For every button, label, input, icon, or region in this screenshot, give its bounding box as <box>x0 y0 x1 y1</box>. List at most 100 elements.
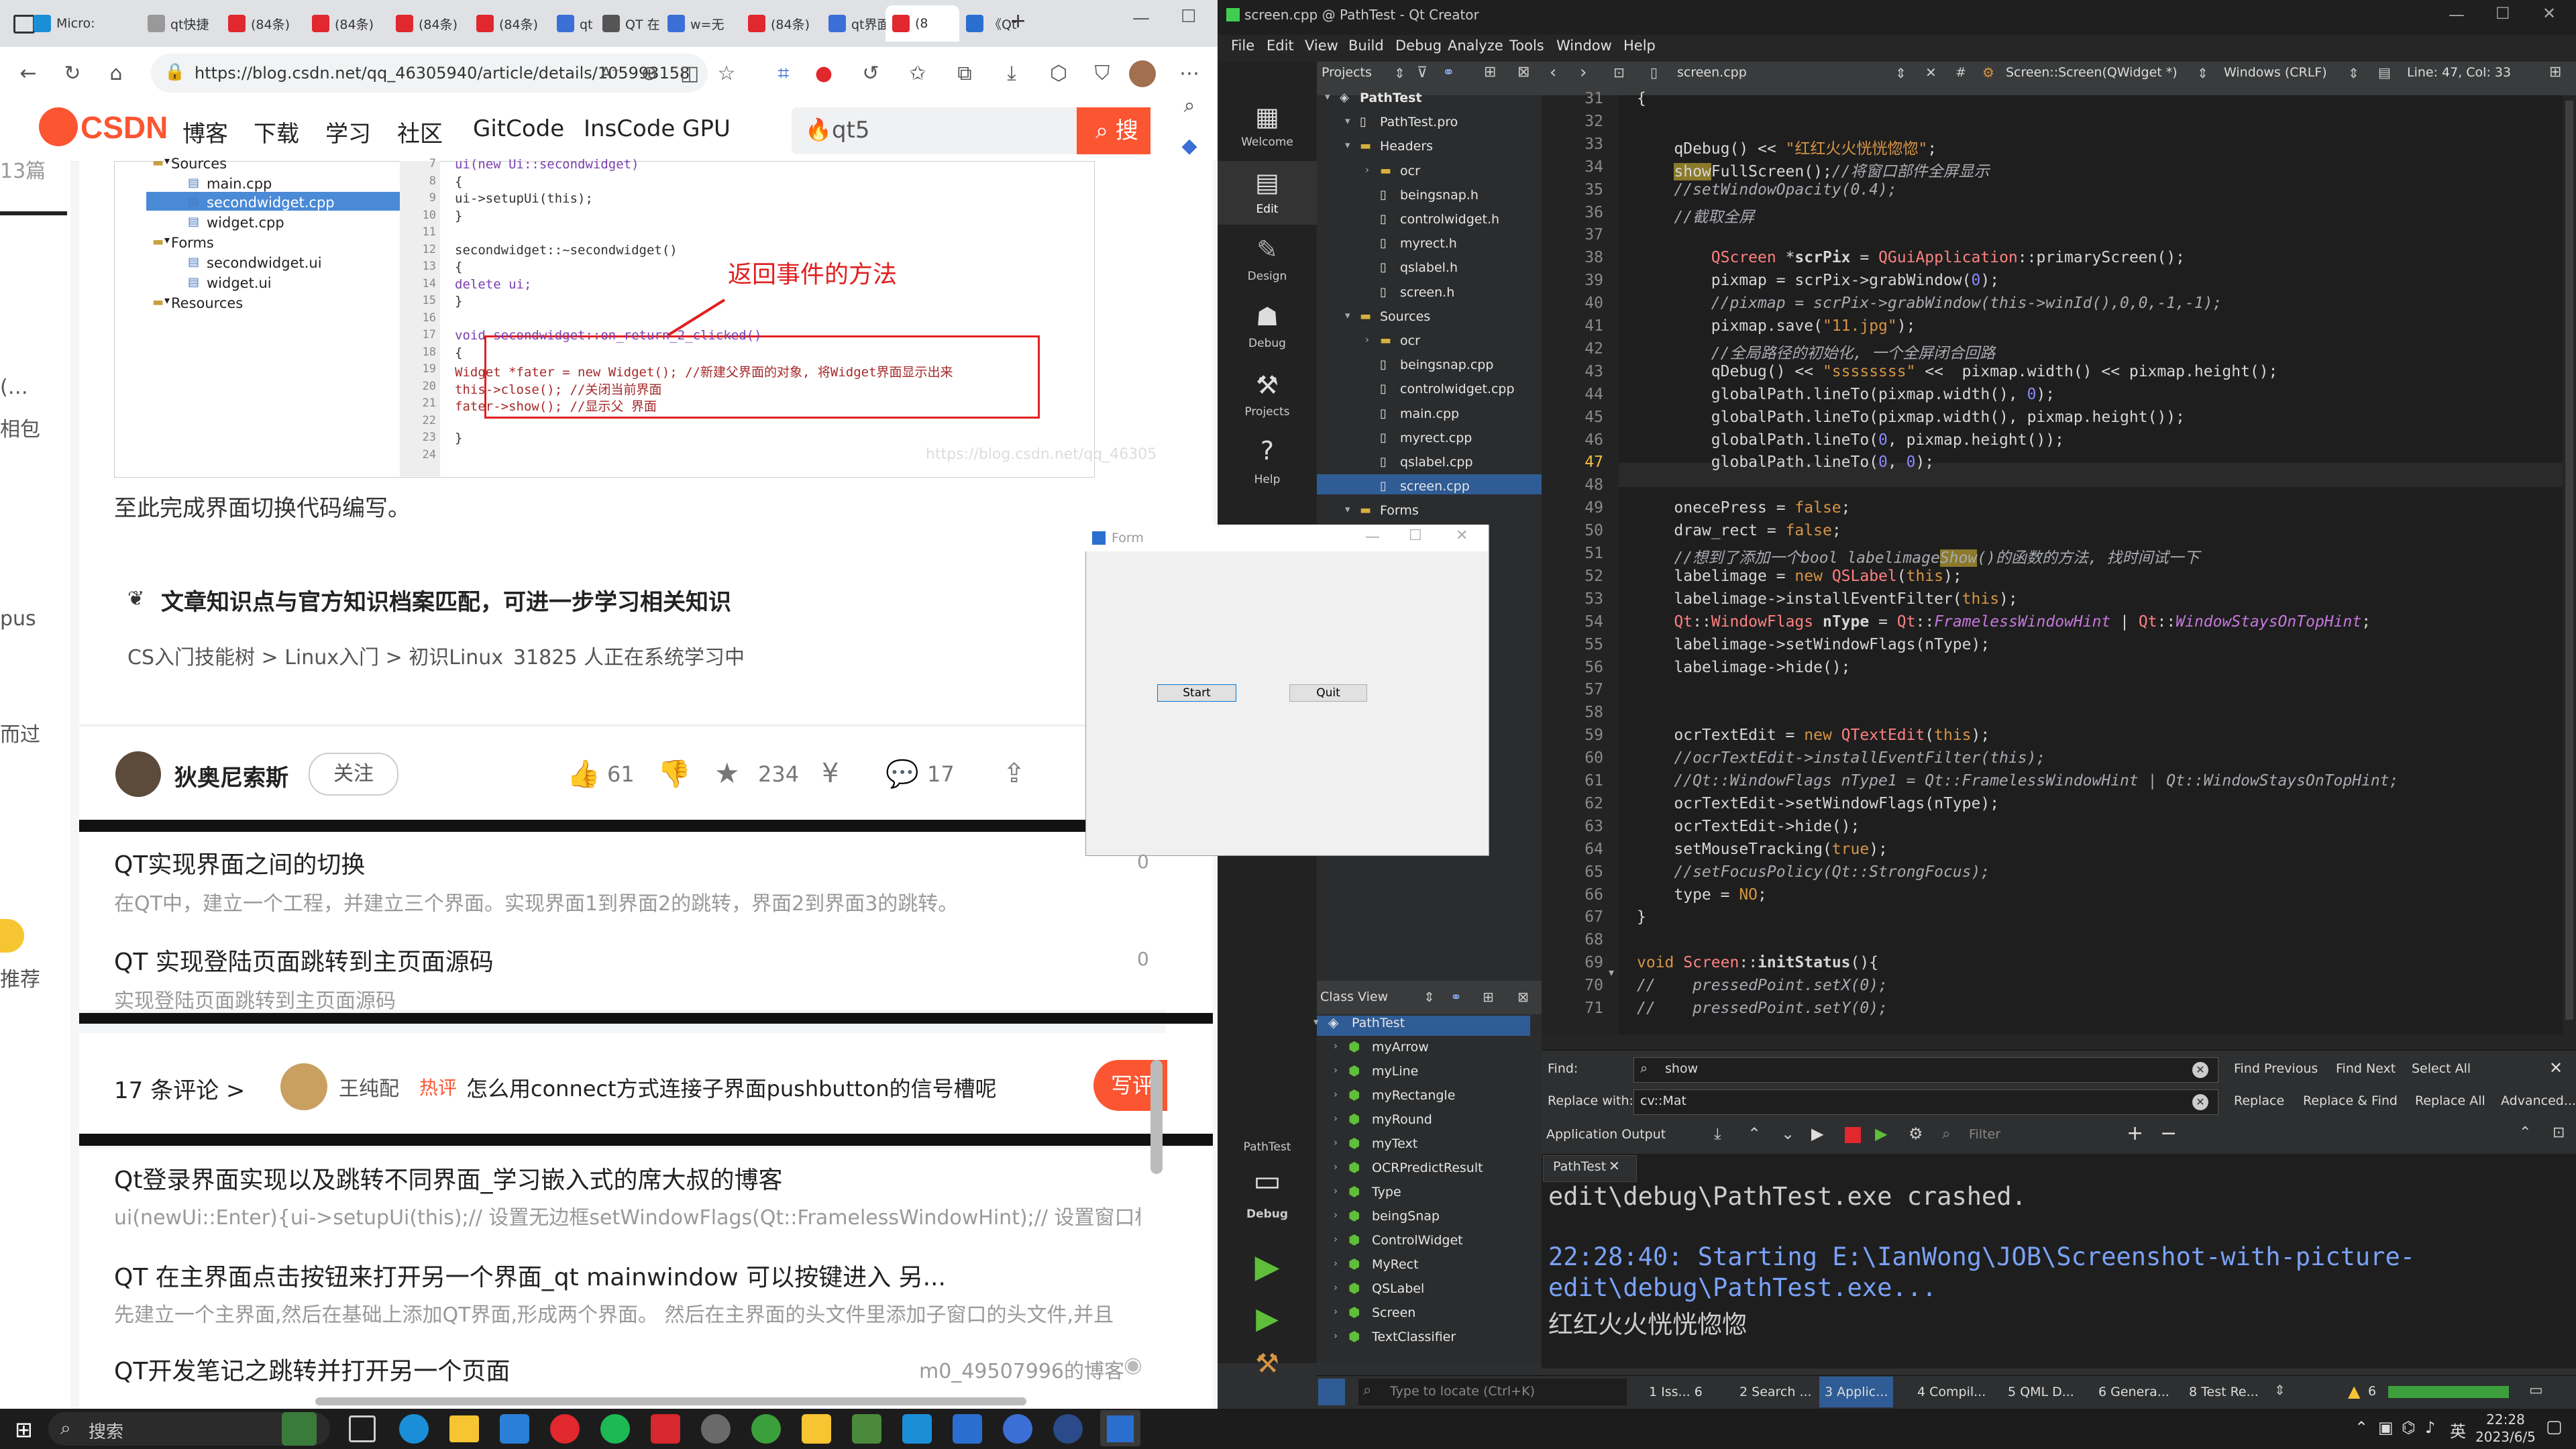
tree-node[interactable]: ocr <box>1400 333 1420 348</box>
kit-label[interactable]: PathTest <box>1218 1140 1317 1154</box>
dislike-icon[interactable]: 👎 <box>657 758 691 790</box>
tree-node[interactable]: PathTest <box>1360 91 1422 105</box>
browser-tab[interactable]: 《Qt <box>959 5 1040 42</box>
mode-welcome[interactable]: Welcome <box>1218 136 1317 149</box>
run-icon[interactable]: ▶ <box>1218 1248 1317 1285</box>
add-icon[interactable]: + <box>2127 1122 2143 1145</box>
task-view-icon[interactable] <box>349 1415 376 1442</box>
class-node[interactable]: Screen <box>1372 1305 1415 1320</box>
app-icon[interactable] <box>953 1414 982 1444</box>
file-dropdown[interactable]: screen.cpp <box>1677 65 1747 80</box>
author-name[interactable]: 狄奥尼索斯 <box>174 759 288 792</box>
remove-icon[interactable]: − <box>2160 1122 2177 1145</box>
output-pane-tab[interactable]: 2 Search ... <box>1734 1377 1817 1407</box>
tree-arrow-icon[interactable]: ▾ <box>1345 309 1350 321</box>
zoom-icon[interactable]: ⊕ <box>637 62 661 86</box>
maximize-icon[interactable]: ☐ <box>1181 7 1196 27</box>
find-next-button[interactable]: Find Next <box>2336 1061 2396 1076</box>
link-icon[interactable]: ⚭ <box>1442 64 1454 81</box>
symbol-dropdown-arrow-icon[interactable]: ⇕ <box>2197 65 2208 81</box>
share-icon[interactable]: ⇪ <box>1003 758 1026 789</box>
volume-icon[interactable]: ♪ <box>2425 1418 2435 1437</box>
settings-icon[interactable]: ⚙ <box>1909 1124 1923 1143</box>
extensions-icon[interactable]: ⬡ <box>1046 62 1071 86</box>
output-pane-tab[interactable]: 1 Iss... 6 <box>1644 1377 1708 1407</box>
edge-icon[interactable] <box>399 1414 429 1444</box>
tree-node[interactable]: secondwidget.cpp <box>207 195 335 211</box>
class-node[interactable]: PathTest <box>1352 1016 1405 1030</box>
close-find-icon[interactable]: ✕ <box>2549 1059 2563 1077</box>
filter-input[interactable]: Filter <box>1969 1127 2000 1142</box>
h-scrollbar[interactable] <box>1542 1034 2576 1050</box>
nav-item[interactable]: 学习 <box>325 115 371 148</box>
browser-tab[interactable]: (84条) <box>389 5 470 42</box>
tree-arrow-icon[interactable]: › <box>1334 1112 1338 1124</box>
browser-tab[interactable]: QT 在 <box>596 5 661 42</box>
csdn-search-button[interactable]: ⌕ 搜 <box>1077 107 1150 154</box>
split-icon[interactable]: ⊞ <box>1484 64 1496 80</box>
sidebar-tag-icon[interactable]: ◆ <box>1177 134 1201 158</box>
commenter-name[interactable]: 王纯配 <box>339 1072 399 1102</box>
tree-arrow-icon[interactable]: ▾ <box>1345 503 1350 515</box>
menu-item[interactable]: Build <box>1348 38 1384 54</box>
read-aloud-icon[interactable]: A⁺ <box>600 64 620 83</box>
tree-arrow-icon[interactable]: ▾ <box>1313 1016 1319 1028</box>
sync-icon[interactable]: ⚭ <box>1450 989 1462 1005</box>
sidebar-toggle-icon[interactable] <box>1318 1379 1345 1405</box>
menu-item[interactable]: View <box>1305 38 1338 54</box>
stop-icon[interactable] <box>1845 1127 1861 1143</box>
mode-design[interactable]: Design <box>1218 270 1317 283</box>
tree-node[interactable]: screen.cpp <box>1400 479 1470 494</box>
related-title[interactable]: QT 在主界面点击按钮来打开另一个界面_qt mainwindow 可以按键进入… <box>114 1258 1140 1293</box>
browser-tab[interactable]: (84条) <box>305 5 389 42</box>
output-tab-label[interactable]: PathTest <box>1553 1159 1606 1174</box>
tree-node[interactable]: controlwidget.cpp <box>1400 382 1515 396</box>
replace-button[interactable]: Replace <box>2234 1093 2284 1108</box>
tree-arrow-icon[interactable]: ▾ <box>164 233 170 246</box>
browser-tab[interactable]: qt 在 <box>550 5 596 42</box>
minimize-icon[interactable]: — <box>1365 529 1380 545</box>
app-icon[interactable] <box>751 1414 781 1444</box>
filter-icon[interactable]: ⊽ <box>1417 64 1428 81</box>
app-icon[interactable] <box>1053 1414 1083 1444</box>
replace-input[interactable] <box>1633 1089 2218 1115</box>
menu-item[interactable]: Analyze <box>1448 38 1503 54</box>
tree-arrow-icon[interactable]: ▾ <box>1345 139 1350 151</box>
browser-tab[interactable]: w=无 <box>661 5 741 42</box>
output-toggle-icon[interactable]: ▭ <box>2529 1382 2543 1399</box>
widget-icon[interactable] <box>282 1412 317 1446</box>
tree-arrow-icon[interactable]: › <box>1334 1136 1338 1148</box>
class-node[interactable]: myLine <box>1372 1064 1418 1079</box>
tree-arrow-icon[interactable]: ▾ <box>1345 115 1350 127</box>
replace-value[interactable]: cv::Mat <box>1640 1093 1686 1108</box>
avatar[interactable] <box>1129 60 1156 87</box>
more-tabs-icon[interactable]: ⇕ <box>2274 1382 2286 1398</box>
app-icon[interactable] <box>802 1414 831 1444</box>
tree-node[interactable]: Forms <box>1380 503 1419 518</box>
attach-icon[interactable]: ⤓ <box>1714 1124 1721 1143</box>
output-pane-tab[interactable]: 5 QML D... <box>2002 1377 2080 1407</box>
tree-node[interactable]: secondwidget.ui <box>207 255 322 271</box>
mode-debug[interactable]: Debug <box>1218 337 1317 350</box>
h-scrollbar-thumb[interactable] <box>315 1397 1026 1405</box>
star-icon[interactable]: ★ <box>714 757 740 790</box>
network-icon[interactable]: ⌬ <box>2402 1418 2416 1437</box>
tree-node[interactable]: qslabel.h <box>1400 260 1458 275</box>
class-view-arrow-icon[interactable]: ⇕ <box>1424 989 1435 1005</box>
output-pane-tab[interactable]: 8 Test Re... <box>2184 1377 2264 1407</box>
commenter-avatar[interactable] <box>280 1063 327 1110</box>
mode-edit[interactable]: Edit <box>1218 203 1317 216</box>
tree-arrow-icon[interactable]: ▾ <box>1325 91 1330 103</box>
kit-mode[interactable]: Debug <box>1218 1208 1317 1221</box>
close-document-icon[interactable]: ✕ <box>1925 64 1937 80</box>
close-tab-icon[interactable]: ✕ <box>1609 1158 1620 1174</box>
tree-node[interactable]: Sources <box>1380 309 1430 324</box>
find-value[interactable]: show <box>1665 1061 1698 1076</box>
up-icon[interactable]: ⌃ <box>1748 1124 1761 1143</box>
class-node[interactable]: MyRect <box>1372 1257 1419 1272</box>
find-input[interactable] <box>1633 1057 2218 1083</box>
browser-tab[interactable]: qt快捷 <box>141 5 221 42</box>
close-pane-icon[interactable]: ⊠ <box>1517 64 1529 80</box>
nav-item[interactable]: 社区 <box>397 115 443 148</box>
csdn-logo[interactable]: CSDN <box>80 109 168 146</box>
